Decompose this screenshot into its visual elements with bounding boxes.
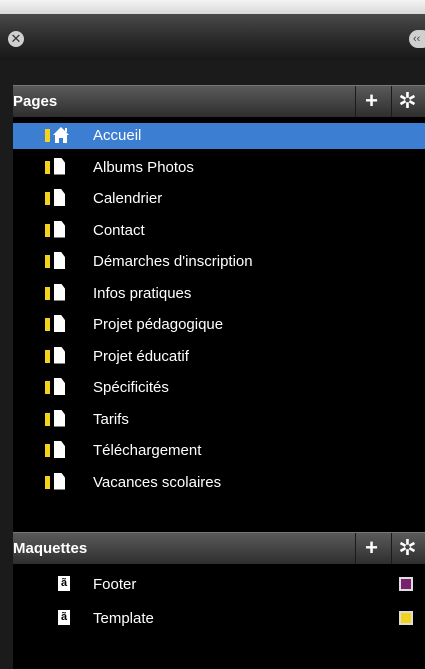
- maquettes-list: ã Footer ã Template: [13, 564, 425, 634]
- panel-titlebar: ✕ ‹‹: [0, 14, 425, 60]
- add-maquette-button[interactable]: +: [355, 533, 387, 564]
- page-item-label: Projet pédagogique: [93, 316, 224, 333]
- collapse-button[interactable]: ‹‹: [409, 30, 425, 48]
- maquettes-settings-button[interactable]: ✲: [391, 533, 423, 564]
- page-icon: [54, 409, 65, 427]
- gear-icon: ✲: [398, 535, 417, 560]
- page-item[interactable]: Calendrier: [13, 186, 425, 212]
- status-marker: [45, 255, 50, 268]
- page-item[interactable]: Démarches d'inscription: [13, 249, 425, 275]
- status-marker: [45, 349, 50, 363]
- gear-icon: ✲: [398, 88, 417, 113]
- pages-list: Accueil Albums Photos Calendrier Contact Dém…: [13, 117, 425, 537]
- close-button[interactable]: ✕: [8, 31, 24, 47]
- page-icon: [54, 252, 65, 269]
- page-item-label: Accueil: [93, 127, 142, 144]
- page-icon: [54, 220, 65, 238]
- status-marker: [45, 381, 50, 394]
- page-icon: [54, 472, 65, 490]
- page-item-label: Projet éducatif: [93, 347, 189, 365]
- page-item-label: Contact: [93, 221, 145, 239]
- page-icon: [54, 189, 65, 206]
- page-item-label: Téléchargement: [93, 442, 202, 459]
- page-item[interactable]: Spécificités: [13, 375, 425, 401]
- color-swatch[interactable]: [399, 611, 413, 625]
- status-marker: [45, 475, 50, 489]
- color-swatch[interactable]: [399, 577, 413, 591]
- page-item-label: Infos pratiques: [93, 284, 192, 302]
- page-item-label: Albums Photos: [93, 158, 194, 176]
- page-item[interactable]: Projet éducatif: [13, 344, 425, 370]
- pages-header: Pages + ✲: [13, 85, 425, 117]
- add-page-button[interactable]: +: [355, 86, 387, 117]
- page-item[interactable]: Téléchargement: [13, 438, 425, 464]
- page-item-label: Vacances scolaires: [93, 473, 222, 491]
- template-icon: ã: [58, 610, 70, 625]
- page-item-label: Tarifs: [93, 410, 129, 428]
- page-item[interactable]: Vacances scolaires: [13, 470, 425, 496]
- page-icon: [54, 346, 65, 364]
- pages-title: Pages: [13, 93, 58, 110]
- maquette-item[interactable]: ã Template: [13, 606, 425, 632]
- plus-icon: +: [365, 535, 378, 560]
- page-item[interactable]: Accueil: [13, 123, 425, 149]
- top-strip: [0, 0, 425, 14]
- status-marker: [45, 318, 50, 331]
- status-marker: [45, 286, 50, 300]
- page-item[interactable]: Projet pédagogique: [13, 312, 425, 338]
- maquettes-header: Maquettes + ✲: [13, 532, 425, 564]
- home-icon: [53, 127, 69, 143]
- status-marker: [45, 444, 50, 457]
- template-icon: ã: [58, 576, 70, 591]
- page-icon: [54, 315, 65, 332]
- status-marker: [45, 129, 50, 142]
- page-icon: [54, 378, 65, 395]
- page-item[interactable]: Contact: [13, 218, 425, 244]
- maquettes-title: Maquettes: [13, 540, 88, 557]
- status-marker: [45, 160, 50, 174]
- empty-area: [13, 634, 425, 669]
- maquette-item-label: Template: [93, 610, 154, 627]
- plus-icon: +: [365, 88, 378, 113]
- status-marker: [45, 223, 50, 237]
- page-item[interactable]: Infos pratiques: [13, 281, 425, 307]
- page-item-label: Spécificités: [93, 379, 169, 396]
- status-marker: [45, 192, 50, 205]
- maquette-item[interactable]: ã Footer: [13, 572, 425, 598]
- panel-spacer: [13, 60, 425, 85]
- page-item-label: Démarches d'inscription: [93, 253, 253, 270]
- pages-settings-button[interactable]: ✲: [391, 86, 423, 117]
- maquette-item-label: Footer: [93, 576, 137, 593]
- page-item[interactable]: Tarifs: [13, 407, 425, 433]
- page-item-label: Calendrier: [93, 190, 163, 207]
- status-marker: [45, 412, 50, 426]
- page-icon: [54, 157, 65, 175]
- page-icon: [54, 441, 65, 458]
- page-icon: [54, 283, 65, 301]
- page-item[interactable]: Albums Photos: [13, 155, 425, 181]
